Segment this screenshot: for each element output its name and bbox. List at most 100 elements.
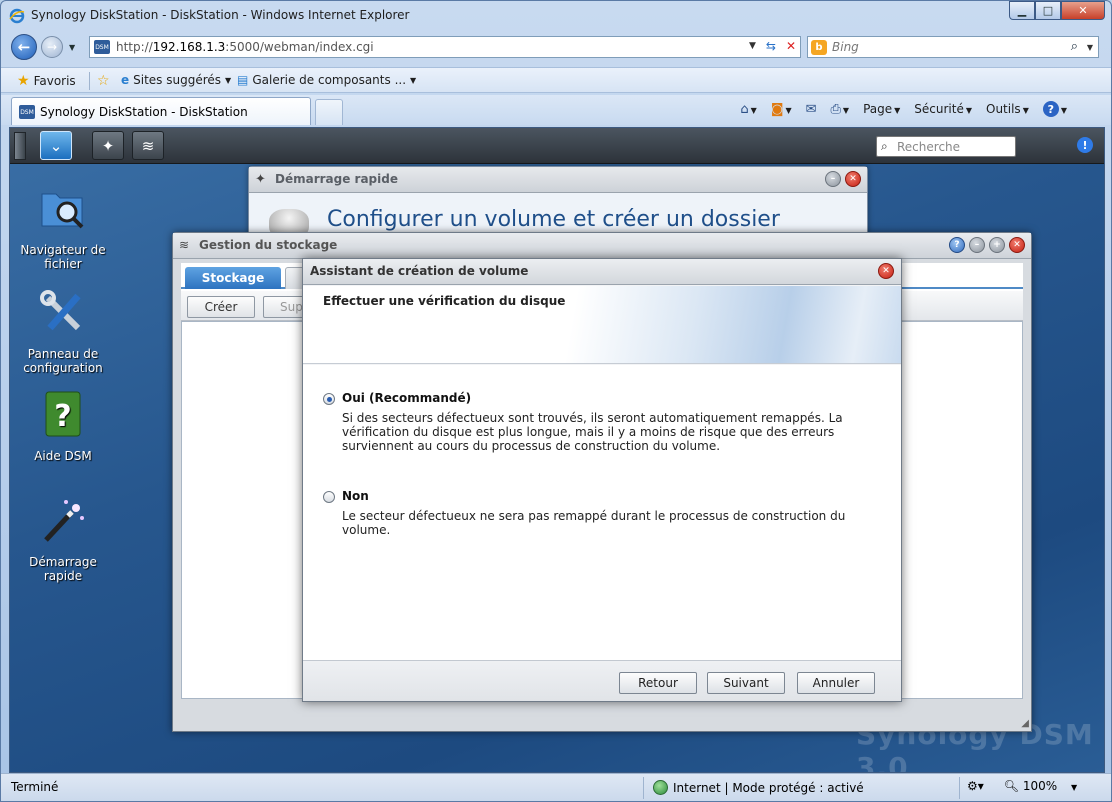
- wizard-header: Assistant de création de volume ✕: [303, 259, 901, 285]
- home-button[interactable]: ⌂ ▼: [740, 102, 756, 117]
- add-favorite-button[interactable]: ☆: [97, 73, 110, 89]
- zoom-button[interactable]: 🔍︎ 100% ▼: [1004, 779, 1077, 793]
- mail-button[interactable]: ✉: [806, 102, 817, 117]
- feeds-button[interactable]: ◙ ▼: [771, 102, 792, 117]
- create-button[interactable]: Créer: [187, 296, 255, 318]
- search-options-icon[interactable]: ▼: [1087, 43, 1093, 52]
- chevron-down-icon: ▼: [69, 43, 76, 52]
- tab-favicon-icon: DSM: [19, 105, 35, 119]
- ie-logo-icon: [9, 8, 25, 24]
- recent-pages-dropdown[interactable]: ▼: [69, 43, 75, 52]
- quickstart-minimize-button[interactable]: –: [825, 171, 841, 187]
- storage-maximize-button[interactable]: +: [989, 237, 1005, 253]
- tab-storage[interactable]: Stockage: [185, 267, 281, 289]
- chevron-down-icon: ▼: [225, 75, 232, 85]
- minimize-button[interactable]: ▁: [1009, 1, 1035, 20]
- gallery-page-icon: ▤: [237, 73, 249, 87]
- separator: [643, 777, 644, 799]
- star-icon: ★: [17, 73, 30, 89]
- suggested-sites-link[interactable]: e Sites suggérés ▼: [121, 73, 231, 87]
- radio-yes[interactable]: [323, 393, 335, 405]
- maximize-button[interactable]: □: [1035, 1, 1061, 20]
- search-icon: ⌕: [881, 139, 888, 153]
- close-button[interactable]: ✕: [1061, 1, 1105, 20]
- desktop-icon-control-panel[interactable]: Panneau de configuration: [18, 288, 108, 375]
- desktop-icon-file-browser[interactable]: Navigateur de fichier: [18, 184, 108, 271]
- add-favorite-icon: ☆: [97, 73, 110, 89]
- security-menu[interactable]: Sécurité ▼: [914, 102, 972, 116]
- command-bar: ⌂ ▼ ◙ ▼ ✉ ⎙ ▼ Page ▼ Sécurité ▼ Outils ▼ ? ▼: [740, 101, 1067, 117]
- search-placeholder: Bing: [832, 40, 859, 54]
- popup-blocker-icon[interactable]: ⚙▾: [967, 779, 984, 793]
- new-tab-button[interactable]: [315, 99, 343, 125]
- separator: [89, 72, 90, 90]
- next-button[interactable]: Suivant: [707, 672, 785, 694]
- browser-tab-active[interactable]: DSM Synology DiskStation - DiskStation: [11, 97, 311, 125]
- main-menu-button[interactable]: ⌄: [40, 131, 72, 160]
- storage-icon: ≋: [179, 238, 190, 252]
- tab-row: DSM Synology DiskStation - DiskStation ⌂…: [1, 95, 1111, 125]
- window-title: Synology DiskStation - DiskStation - Win…: [31, 8, 410, 22]
- forward-button[interactable]: →: [41, 36, 63, 58]
- option-no-description: Le secteur défectueux ne sera pas remapp…: [342, 509, 846, 537]
- storage-window-buttons: ? – + ✕: [949, 237, 1025, 253]
- title-bar: Synology DiskStation - DiskStation - Win…: [1, 1, 1111, 31]
- window-controls: ▁ □ ✕: [1009, 1, 1105, 20]
- dsm-search-input[interactable]: ⌕ Recherche: [876, 136, 1016, 157]
- dsm-desktop: ⌄ ✦ ≋ ⌕ Recherche ! Navigateur de fichie…: [9, 127, 1105, 773]
- notification-icon[interactable]: !: [1077, 137, 1093, 153]
- favorites-button[interactable]: ★ Favoris: [17, 73, 76, 89]
- folder-search-icon: [41, 193, 84, 229]
- status-text: Terminé: [11, 780, 59, 794]
- stop-icon[interactable]: ✕: [786, 39, 796, 53]
- back-button[interactable]: Retour: [619, 672, 697, 694]
- storage-task-button[interactable]: ≋: [132, 131, 164, 160]
- wizard-close-button[interactable]: ✕: [878, 263, 894, 279]
- address-actions: ▼ ⇆ ✕: [749, 39, 796, 53]
- wizard-title: Assistant de création de volume: [310, 264, 529, 278]
- bing-icon: b: [811, 40, 827, 55]
- desktop-icon-dsm-help[interactable]: ? Aide DSM: [18, 390, 108, 463]
- security-zone[interactable]: Internet | Mode protégé : activé: [653, 780, 864, 795]
- address-dropdown-icon[interactable]: ▼: [749, 41, 756, 53]
- radio-no[interactable]: [323, 491, 335, 503]
- option-yes-description: Si des secteurs défectueux sont trouvés,…: [342, 411, 843, 453]
- quickstart-close-button[interactable]: ✕: [845, 171, 861, 187]
- quickstart-header: ✦ Démarrage rapide – ✕: [249, 167, 867, 193]
- refresh-icon[interactable]: ⇆: [766, 39, 776, 53]
- arrow-right-icon: →: [46, 40, 58, 54]
- desktop-icon-quick-start[interactable]: Démarrage rapide: [18, 496, 108, 583]
- printer-icon: ⎙: [830, 101, 841, 117]
- taskbar-grip[interactable]: [14, 132, 26, 160]
- storage-icon: ≋: [141, 136, 155, 155]
- address-input[interactable]: DSM http://192.168.1.3:5000/webman/index…: [89, 36, 801, 58]
- arrow-left-icon: ←: [17, 38, 31, 56]
- magic-wand-icon: [44, 500, 84, 542]
- storage-minimize-button[interactable]: –: [969, 237, 985, 253]
- search-icon[interactable]: ⌕: [1071, 39, 1078, 54]
- chevron-down-icon: ▼: [1070, 783, 1078, 792]
- chevron-down-icon: ▼: [410, 75, 417, 85]
- page-menu[interactable]: Page ▼: [863, 102, 900, 116]
- resize-grip-icon[interactable]: ◢: [1021, 718, 1029, 729]
- wizard-step-title: Effectuer une vérification du disque: [323, 294, 566, 308]
- storage-close-button[interactable]: ✕: [1009, 237, 1025, 253]
- option-yes-label[interactable]: Oui (Recommandé): [342, 391, 471, 405]
- help-icon: ?: [1042, 101, 1059, 117]
- tools-menu[interactable]: Outils ▼: [986, 102, 1029, 116]
- storage-help-button[interactable]: ?: [949, 237, 965, 253]
- help-menu[interactable]: ? ▼: [1042, 101, 1067, 117]
- print-button[interactable]: ⎙ ▼: [831, 102, 850, 117]
- back-button[interactable]: ←: [11, 34, 37, 60]
- zoom-icon: 🔍︎: [1003, 779, 1020, 793]
- option-no-label[interactable]: Non: [342, 489, 369, 503]
- tools-icon: [40, 290, 81, 331]
- cancel-button[interactable]: Annuler: [797, 672, 875, 694]
- magic-wand-icon: ✦: [101, 136, 115, 155]
- ie-window: Synology DiskStation - DiskStation - Win…: [0, 0, 1112, 802]
- search-input[interactable]: b Bing ⌕ ▼: [807, 36, 1099, 58]
- quickstart-heading: Configurer un volume et créer un dossier: [327, 207, 780, 232]
- dsm-taskbar: ⌄ ✦ ≋ ⌕ Recherche !: [10, 128, 1104, 164]
- web-slice-gallery-link[interactable]: ▤ Galerie de composants ... ▼: [237, 73, 416, 87]
- quickstart-task-button[interactable]: ✦: [92, 131, 124, 160]
